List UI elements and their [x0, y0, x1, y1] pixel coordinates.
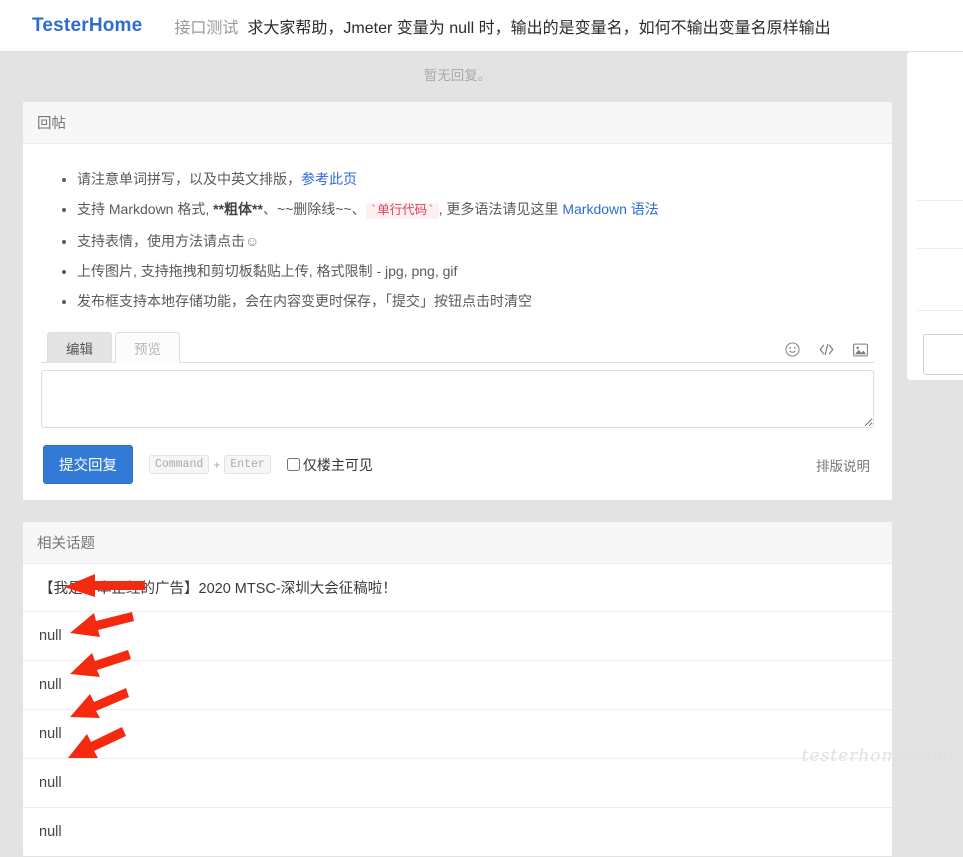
submit-reply-button[interactable]: 提交回复: [43, 445, 133, 484]
tip-text: 请注意单词拼写，以及中英文排版，: [77, 171, 301, 187]
top-bar: TesterHome 接口测试 求大家帮助，Jmeter 变量为 null 时，…: [0, 0, 963, 52]
list-item[interactable]: 【我是一本正经的广告】2020 MTSC-深圳大会征稿啦！: [23, 564, 892, 612]
kbd-enter: Enter: [224, 455, 271, 474]
right-sidebar-panel: [907, 52, 963, 380]
site-watermark: testerhome.com: [801, 746, 955, 766]
list-item: 上传图片, 支持拖拽和剪切板黏贴上传, 格式限制 - jpg, png, gif: [77, 256, 876, 286]
tip-text: 支持 Markdown 格式,: [77, 201, 214, 217]
markdown-syntax-link[interactable]: Markdown 语法: [562, 201, 658, 217]
list-item: 发布框支持本地存储功能，会在内容变更时保存，「提交」按钮点击时清空: [77, 286, 876, 316]
list-item: 支持 Markdown 格式, **粗体**、~~删除线~~、`单行代码`, 更…: [77, 194, 876, 226]
list-item: 支持表情，使用方法请点击☺: [77, 226, 876, 256]
image-icon[interactable]: [853, 343, 868, 359]
only-owner-checkbox[interactable]: [286, 458, 300, 471]
list-item[interactable]: null: [23, 759, 892, 808]
tab-preview[interactable]: 预览: [115, 332, 180, 363]
comment-editor: 编辑 预览: [39, 332, 876, 428]
main-column: 暂无回复。 回帖 请注意单词拼写，以及中英文排版，参考此页 支持 Markdow…: [22, 52, 893, 857]
only-owner-label: 仅楼主可见: [302, 456, 373, 473]
sidebar-divider-2: [917, 248, 963, 249]
kbd-plus: +: [213, 457, 221, 472]
smiley-icon[interactable]: ☺: [245, 233, 259, 249]
code-icon[interactable]: [818, 342, 835, 359]
inline-code-sample: `单行代码`: [365, 203, 439, 219]
page-body: 暂无回复。 回帖 请注意单词拼写，以及中英文排版，参考此页 支持 Markdow…: [0, 52, 963, 857]
emoji-icon[interactable]: [785, 342, 800, 359]
tips-list: 请注意单词拼写，以及中英文排版，参考此页 支持 Markdown 格式, **粗…: [39, 164, 876, 316]
tab-edit[interactable]: 编辑: [47, 332, 112, 363]
related-topics-heading: 相关话题: [23, 522, 892, 564]
list-item: 请注意单词拼写，以及中英文排版，参考此页: [77, 164, 876, 194]
shortcut-hint: Command + Enter: [147, 455, 273, 474]
bold-sample: **粗体**: [213, 201, 263, 217]
breadcrumb-category[interactable]: 接口测试: [174, 14, 238, 38]
kbd-command: Command: [149, 455, 210, 474]
tip-text: 、~~删除线~~、: [262, 201, 366, 217]
reply-textarea[interactable]: [41, 370, 874, 428]
reference-page-link[interactable]: 参考此页: [301, 171, 357, 187]
tip-text: 上传图片, 支持拖拽和剪切板黏贴上传, 格式限制 - jpg, png, gif: [77, 263, 458, 279]
page-title: 求大家帮助，Jmeter 变量为 null 时，输出的是变量名，如何不输出变量名…: [247, 19, 831, 37]
list-item[interactable]: null: [23, 710, 892, 759]
submit-row: 提交回复 Command + Enter 仅楼主可见 排版说明: [39, 445, 876, 484]
tip-text: 支持表情，使用方法请点击: [77, 233, 245, 249]
list-item[interactable]: null: [23, 612, 892, 661]
tip-text: 发布框支持本地存储功能，会在内容变更时保存，「提交」按钮点击时清空: [77, 293, 532, 309]
only-owner-visible-option[interactable]: 仅楼主可见: [286, 455, 373, 475]
reply-panel-body: 请注意单词拼写，以及中英文排版，参考此页 支持 Markdown 格式, **粗…: [23, 144, 892, 500]
reply-panel-heading: 回帖: [23, 102, 892, 144]
related-topics-panel: 相关话题 【我是一本正经的广告】2020 MTSC-深圳大会征稿啦！ null …: [22, 521, 893, 857]
no-reply-notice: 暂无回复。: [423, 68, 492, 83]
reply-panel: 回帖 请注意单词拼写，以及中英文排版，参考此页 支持 Markdown 格式, …: [22, 101, 893, 501]
list-item[interactable]: null: [23, 661, 892, 710]
typography-guide-link[interactable]: 排版说明: [816, 455, 870, 475]
site-logo[interactable]: TesterHome: [32, 15, 142, 37]
sidebar-divider-3: [917, 310, 963, 311]
tip-text: , 更多语法请见这里: [438, 201, 563, 217]
sidebar-divider-1: [917, 200, 963, 201]
list-item[interactable]: null: [23, 808, 892, 856]
editor-toolbar: [785, 342, 868, 359]
sidebar-input-box[interactable]: [923, 334, 963, 375]
editor-tabs: 编辑 预览: [41, 332, 874, 363]
